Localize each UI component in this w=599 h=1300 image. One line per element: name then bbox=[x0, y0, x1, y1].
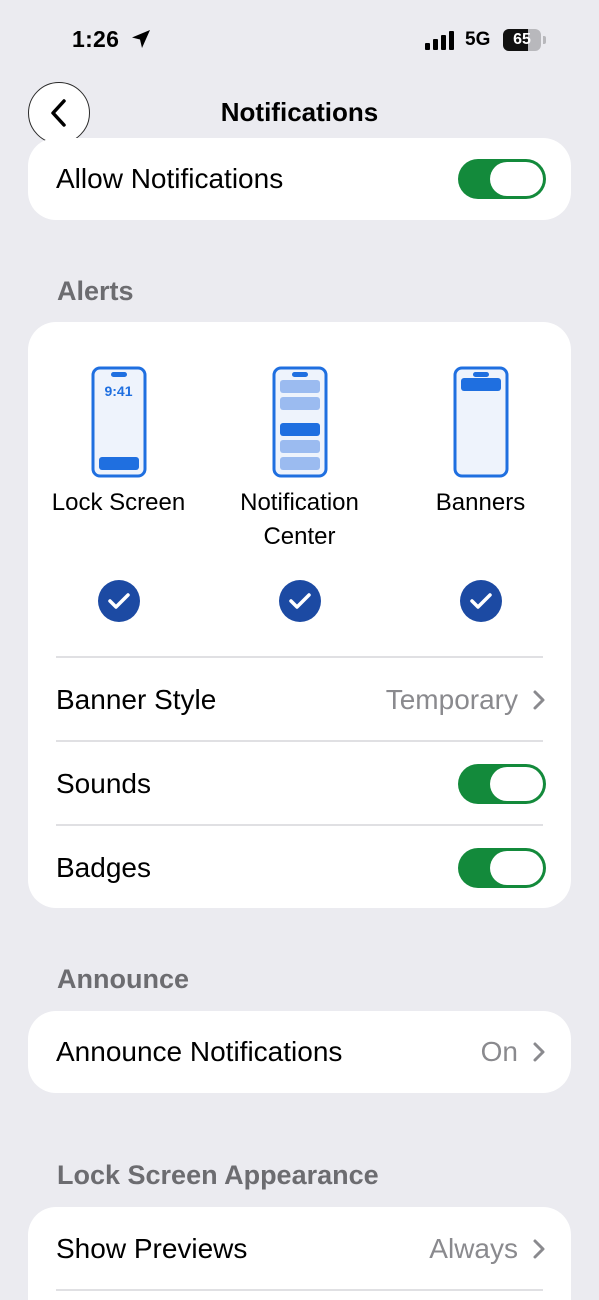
chevron-right-icon bbox=[533, 1042, 545, 1062]
notification-center-checkmark[interactable] bbox=[278, 580, 321, 622]
announce-notifications-label: Announce Notifications bbox=[56, 1036, 343, 1067]
badges-toggle[interactable] bbox=[458, 848, 546, 888]
battery-percent: 65 bbox=[513, 31, 531, 48]
banner-style-row[interactable]: Banner Style Temporary bbox=[56, 658, 546, 742]
battery-icon: 65 bbox=[503, 29, 546, 51]
banners-phone-icon bbox=[453, 366, 508, 478]
allow-notifications-toggle[interactable] bbox=[458, 159, 546, 199]
status-time: 1:26 bbox=[72, 26, 120, 52]
badges-label: Badges bbox=[56, 852, 151, 883]
alert-option-lock-screen[interactable]: 9:41 Lock Screen bbox=[28, 322, 209, 632]
cellular-signal-icon bbox=[425, 31, 454, 50]
allow-notifications-card: Allow Notifications bbox=[28, 138, 571, 220]
alerts-section-header: Alerts bbox=[57, 276, 134, 306]
announce-section-header: Announce bbox=[57, 964, 189, 994]
sounds-toggle[interactable] bbox=[458, 764, 546, 804]
badges-row: Badges bbox=[56, 826, 546, 910]
alert-label-notification-center: Notification Center bbox=[240, 489, 359, 550]
lock-screen-appearance-section-header: Lock Screen Appearance bbox=[57, 1160, 379, 1190]
alert-label-lock-screen: Lock Screen bbox=[51, 489, 186, 516]
alert-option-notification-center[interactable]: Notification Center bbox=[209, 322, 390, 632]
page-title: Notifications bbox=[220, 97, 379, 127]
alerts-card: 9:41 Lock Screen Notification Center Ban… bbox=[28, 322, 571, 908]
show-previews-value: Always bbox=[429, 1233, 518, 1264]
lock-screen-preview-time: 9:41 bbox=[104, 383, 133, 399]
banner-style-value: Temporary bbox=[385, 684, 518, 715]
show-previews-label: Show Previews bbox=[56, 1233, 248, 1264]
divider bbox=[56, 1289, 543, 1291]
banners-checkmark[interactable] bbox=[459, 580, 502, 622]
location-arrow-icon bbox=[132, 30, 150, 48]
allow-notifications-row: Allow Notifications bbox=[56, 138, 546, 220]
alert-option-banners[interactable]: Banners bbox=[390, 322, 571, 632]
announce-card: Announce Notifications On bbox=[28, 1011, 571, 1093]
checkmark-icon bbox=[469, 593, 492, 609]
allow-notifications-label: Allow Notifications bbox=[56, 163, 284, 194]
lock-screen-appearance-card: Show Previews Always bbox=[28, 1207, 571, 1300]
announce-notifications-value: On bbox=[480, 1036, 518, 1067]
checkmark-icon bbox=[107, 593, 130, 609]
sounds-label: Sounds bbox=[56, 768, 151, 799]
chevron-right-icon bbox=[533, 690, 545, 710]
status-bar: 1:26 5G 65 bbox=[0, 0, 599, 80]
lock-screen-checkmark[interactable] bbox=[97, 580, 140, 622]
notification-center-phone-icon bbox=[272, 366, 327, 478]
show-previews-row[interactable]: Show Previews Always bbox=[56, 1207, 546, 1291]
announce-notifications-row[interactable]: Announce Notifications On bbox=[56, 1011, 546, 1093]
chevron-right-icon bbox=[533, 1239, 545, 1259]
network-type: 5G bbox=[465, 29, 491, 50]
sounds-row: Sounds bbox=[56, 742, 546, 826]
banner-style-label: Banner Style bbox=[56, 684, 217, 715]
alert-label-banners: Banners bbox=[435, 489, 526, 516]
checkmark-icon bbox=[288, 593, 311, 609]
